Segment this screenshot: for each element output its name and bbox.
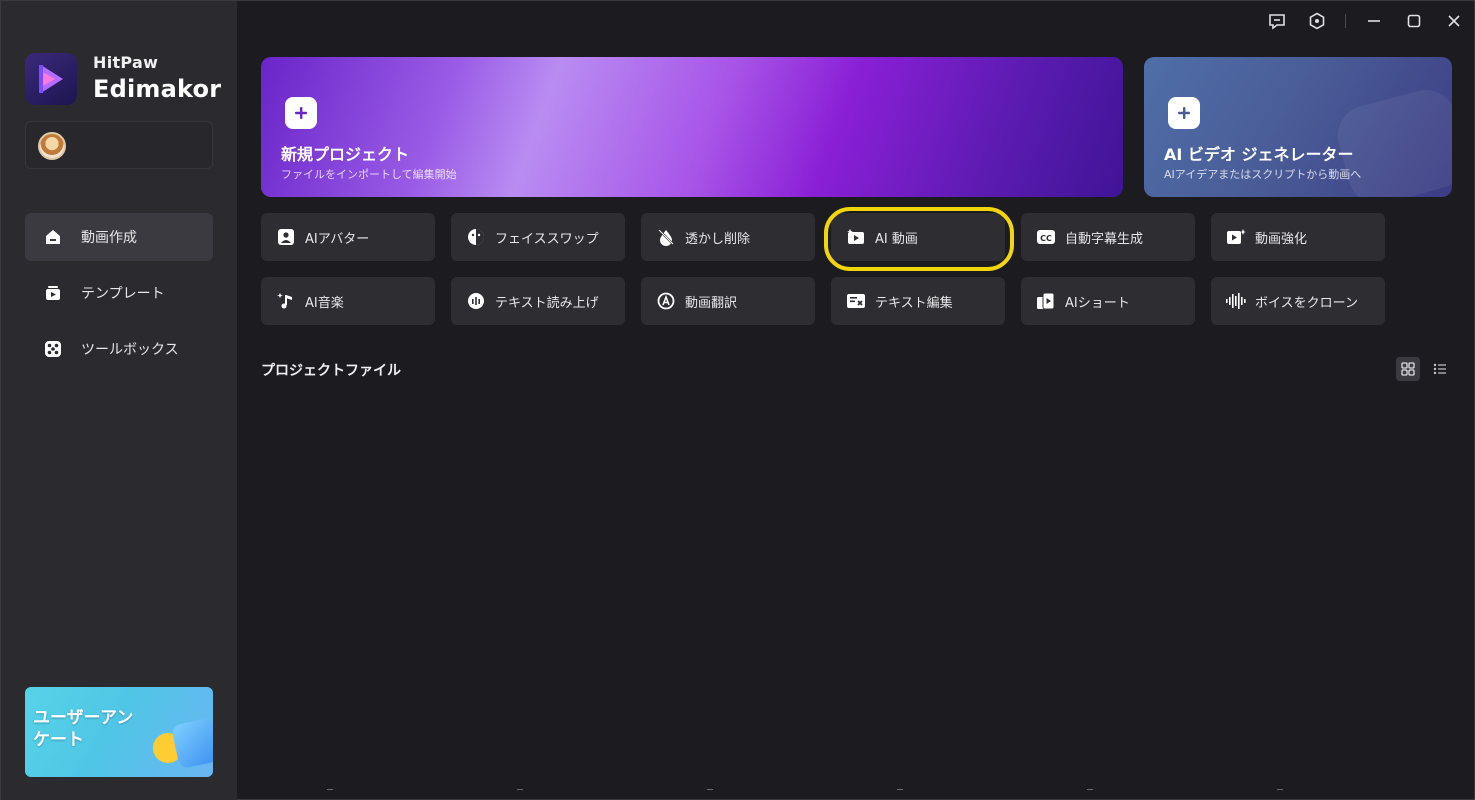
- feedback-icon[interactable]: [1265, 9, 1289, 33]
- tool-label: テキスト読み上げ: [495, 295, 599, 311]
- avatar[interactable]: [38, 132, 66, 160]
- sidebar-item-toolbox[interactable]: ツールボックス: [25, 325, 213, 373]
- sidebar-item-label: ツールボックス: [81, 342, 179, 358]
- tool-ai-video[interactable]: AI 動画: [831, 213, 1005, 261]
- avatar-icon: [275, 226, 297, 248]
- new-project-title: 新規プロジェクト: [281, 145, 410, 164]
- title-bar: [1249, 9, 1466, 33]
- sidebar-item-label: 動画作成: [81, 230, 137, 246]
- brand-name-top: HitPaw: [93, 53, 159, 72]
- placeholder-dash: [897, 789, 903, 790]
- template-icon: [41, 281, 65, 305]
- ai-video-generator-subtitle: AIアイデアまたはスクリプトから動画へ: [1164, 168, 1362, 181]
- sidebar-item-create-video[interactable]: 動画作成: [25, 213, 213, 261]
- titlebar-divider: [1345, 14, 1346, 28]
- app-window: HitPaw Edimakor 動画作成 テンプレート ツールボックス ユーザー…: [0, 0, 1475, 800]
- tool-ai-music[interactable]: AI音楽: [261, 277, 435, 325]
- tool-ai-short[interactable]: AIショート: [1021, 277, 1195, 325]
- ai-video-generator-title: AI ビデオ ジェネレーター: [1164, 145, 1354, 164]
- brand-name-bottom: Edimakor: [93, 75, 222, 103]
- user-account-box[interactable]: [25, 121, 213, 169]
- list-view-icon[interactable]: [1428, 357, 1452, 381]
- placeholder-dash: [1087, 789, 1093, 790]
- sidebar-item-label: テンプレート: [81, 286, 165, 302]
- survey-banner[interactable]: ユーザーアンケート: [25, 687, 213, 777]
- tool-label: ボイスをクローン: [1255, 295, 1358, 311]
- tool-label: AIアバター: [305, 231, 370, 247]
- new-project-card[interactable]: 新規プロジェクト ファイルをインポートして編集開始: [261, 57, 1123, 197]
- ai-short-icon: [1035, 290, 1057, 312]
- tool-auto-subtitle[interactable]: CC 自動字幕生成: [1021, 213, 1195, 261]
- tool-label: 動画翻訳: [685, 295, 738, 311]
- project-files-title: プロジェクトファイル: [261, 363, 401, 379]
- tool-label: 自動字幕生成: [1065, 231, 1144, 247]
- enhance-icon: [1225, 226, 1247, 248]
- svg-text:CC: CC: [1040, 234, 1052, 243]
- edimakor-logo-icon: [25, 53, 77, 105]
- placeholder-dash: [1277, 789, 1283, 790]
- tool-label: AI 動画: [875, 231, 918, 247]
- cc-icon: CC: [1035, 226, 1057, 248]
- text-edit-icon: [845, 290, 867, 312]
- ai-video-icon: [845, 226, 867, 248]
- close-icon[interactable]: [1442, 9, 1466, 33]
- maximize-icon[interactable]: [1402, 9, 1426, 33]
- translate-icon: [655, 290, 677, 312]
- plus-icon: [285, 97, 317, 129]
- voice-clone-icon: [1225, 290, 1247, 312]
- settings-hex-icon[interactable]: [1305, 9, 1329, 33]
- sidebar: HitPaw Edimakor 動画作成 テンプレート ツールボックス ユーザー…: [1, 1, 237, 800]
- tool-label: フェイススワップ: [495, 231, 599, 247]
- brand: HitPaw Edimakor: [25, 53, 225, 105]
- survey-banner-text: ユーザーアンケート: [33, 708, 134, 750]
- watermark-remove-icon: [655, 226, 677, 248]
- face-swap-icon: [465, 226, 487, 248]
- music-icon: [275, 290, 297, 312]
- tool-label: AI音楽: [305, 295, 344, 311]
- sidebar-item-templates[interactable]: テンプレート: [25, 269, 213, 317]
- plus-icon: [1168, 97, 1200, 129]
- placeholder-dash: [327, 789, 333, 790]
- tool-label: 動画強化: [1255, 231, 1308, 247]
- tool-text-to-speech[interactable]: テキスト読み上げ: [451, 277, 625, 325]
- placeholder-dash: [517, 789, 523, 790]
- minimize-icon[interactable]: [1362, 9, 1386, 33]
- new-project-subtitle: ファイルをインポートして編集開始: [281, 168, 457, 181]
- toolbox-icon: [41, 337, 65, 361]
- tool-ai-avatar[interactable]: AIアバター: [261, 213, 435, 261]
- tool-face-swap[interactable]: フェイススワップ: [451, 213, 625, 261]
- tool-video-enhance[interactable]: 動画強化: [1211, 213, 1385, 261]
- tool-watermark-remove[interactable]: 透かし削除: [641, 213, 815, 261]
- tool-video-translate[interactable]: 動画翻訳: [641, 277, 815, 325]
- sidebar-nav: 動画作成 テンプレート ツールボックス: [25, 213, 213, 381]
- ai-video-generator-card[interactable]: AI ビデオ ジェネレーター AIアイデアまたはスクリプトから動画へ: [1144, 57, 1452, 197]
- tool-label: 透かし削除: [685, 231, 751, 247]
- grid-view-icon[interactable]: [1396, 357, 1420, 381]
- home-icon: [41, 225, 65, 249]
- tts-icon: [465, 290, 487, 312]
- tool-voice-clone[interactable]: ボイスをクローン: [1211, 277, 1385, 325]
- tool-label: AIショート: [1065, 295, 1130, 311]
- tool-text-edit[interactable]: テキスト編集: [831, 277, 1005, 325]
- play-icon: [170, 716, 213, 770]
- placeholder-dash: [707, 789, 713, 790]
- tool-label: テキスト編集: [875, 295, 953, 311]
